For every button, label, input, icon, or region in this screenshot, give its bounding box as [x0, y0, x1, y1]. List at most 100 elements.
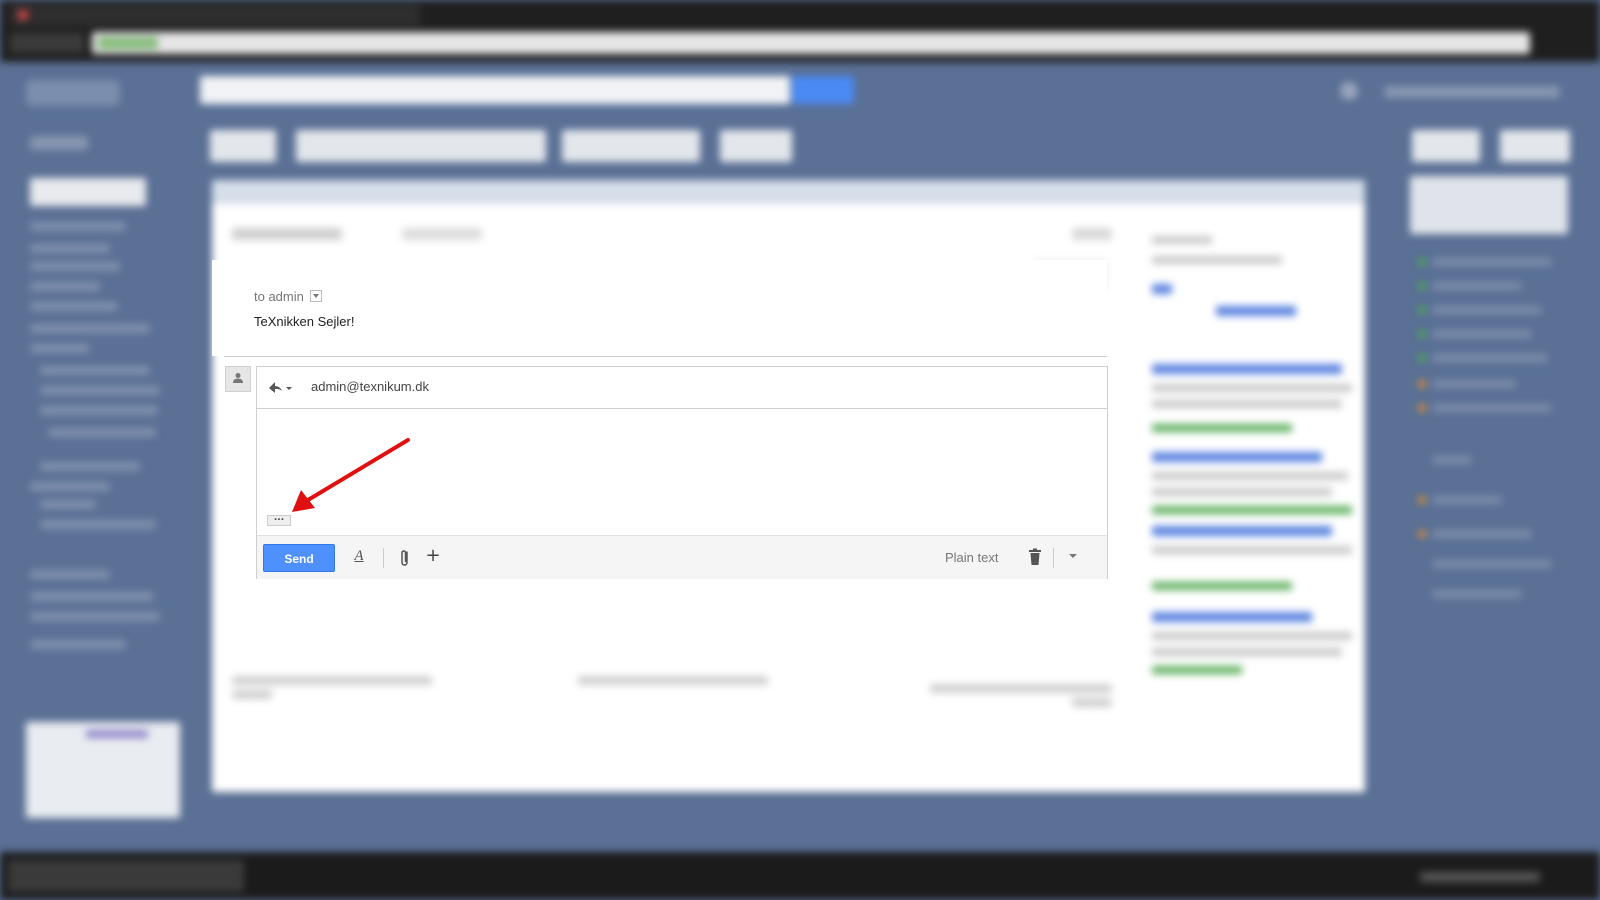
chat-contact[interactable] — [1432, 496, 1502, 504]
side-text — [1152, 256, 1282, 264]
footer-text — [578, 676, 768, 685]
label-chip[interactable] — [402, 228, 482, 240]
chevron-down-icon[interactable] — [1069, 554, 1077, 558]
ad-title[interactable] — [1152, 452, 1322, 462]
nav-item[interactable] — [30, 302, 118, 311]
chat-contact[interactable] — [1432, 354, 1548, 362]
chat-contact[interactable] — [1432, 530, 1532, 538]
ad-url[interactable] — [1152, 582, 1292, 590]
nav-item[interactable] — [30, 344, 90, 353]
side-link[interactable] — [1216, 306, 1296, 316]
ad-text — [1152, 632, 1352, 640]
pager-button[interactable] — [1412, 130, 1480, 162]
recipient-line[interactable]: to admin — [254, 289, 322, 304]
status-dot-icon — [1418, 330, 1426, 338]
show-trimmed-content-button[interactable]: ... — [267, 515, 291, 526]
chat-contact[interactable] — [1432, 282, 1522, 290]
ad-url[interactable] — [1152, 666, 1242, 674]
status-dot-icon — [1418, 306, 1426, 314]
attach-button[interactable] — [395, 547, 415, 569]
chat-profile[interactable] — [1410, 176, 1568, 234]
action-buttons[interactable] — [296, 130, 546, 162]
ad-text — [1152, 546, 1352, 554]
message-subject — [232, 228, 342, 240]
footer-text — [930, 684, 1112, 693]
nav-item[interactable] — [40, 386, 160, 395]
compose-button[interactable] — [30, 178, 146, 206]
compose-header: admin@texnikum.dk — [257, 367, 1107, 409]
ad-title[interactable] — [1152, 364, 1342, 374]
trash-icon — [1029, 548, 1041, 565]
more-actions-button[interactable] — [720, 130, 792, 162]
account-email[interactable] — [1384, 86, 1560, 98]
to-label: to admin — [254, 289, 304, 304]
gmail-logo[interactable] — [26, 80, 120, 106]
favicon-icon — [18, 10, 28, 20]
details-dropdown-icon[interactable] — [309, 290, 322, 302]
status-dot-icon — [1418, 354, 1426, 362]
ad-text — [1152, 488, 1332, 496]
ad-title[interactable] — [1152, 612, 1312, 622]
ad-url[interactable] — [1152, 424, 1292, 432]
paperclip-icon — [401, 550, 408, 566]
search-button[interactable] — [792, 76, 854, 104]
toolbar-separator — [1053, 548, 1054, 568]
settings-button[interactable] — [1500, 130, 1570, 162]
reply-icon — [269, 382, 292, 393]
nav-item[interactable] — [30, 282, 100, 291]
send-button[interactable]: Send — [263, 544, 335, 572]
divider — [224, 356, 1107, 357]
chat-contact[interactable] — [1432, 590, 1522, 598]
side-text — [1152, 236, 1212, 244]
nav-item[interactable] — [40, 366, 150, 375]
chat-contact[interactable] — [1432, 330, 1532, 338]
nav-item[interactable] — [30, 482, 110, 491]
ad-text — [1152, 384, 1352, 392]
search-input[interactable] — [200, 76, 790, 104]
taskbar-clock — [1420, 872, 1540, 882]
browser-nav-buttons[interactable] — [10, 33, 84, 53]
labels-button[interactable] — [562, 130, 700, 162]
secure-badge — [98, 37, 158, 49]
nav-item[interactable] — [40, 520, 156, 529]
browser-tab[interactable] — [10, 4, 420, 26]
chat-contact[interactable] — [1432, 560, 1552, 568]
chat-contact[interactable] — [1432, 404, 1552, 412]
nav-item[interactable] — [40, 406, 158, 415]
taskbar-window[interactable] — [8, 860, 244, 892]
chat-contact[interactable] — [1432, 380, 1516, 388]
address-bar[interactable] — [92, 32, 1530, 54]
discard-button[interactable] — [1027, 548, 1043, 566]
nav-item[interactable] — [30, 324, 150, 333]
nav-item[interactable] — [30, 612, 160, 621]
nav-item[interactable] — [30, 592, 154, 601]
compose-body-editor[interactable]: ... — [257, 409, 1107, 535]
side-link[interactable] — [1152, 284, 1172, 294]
nav-item[interactable] — [30, 570, 110, 579]
ad-title[interactable] — [1152, 526, 1332, 536]
nav-item[interactable] — [40, 462, 140, 471]
ad-url[interactable] — [1152, 506, 1352, 514]
message-body: TeXnikken Sejler! — [254, 314, 355, 329]
compose-toolbar: Send A + Plain text — [257, 535, 1107, 579]
chat-contact[interactable] — [1432, 306, 1542, 314]
mail-dropdown[interactable] — [30, 136, 88, 150]
plain-text-toggle[interactable]: Plain text — [945, 550, 998, 565]
nav-item[interactable] — [48, 428, 156, 437]
more-options-button[interactable]: + — [423, 544, 443, 568]
calendar-month — [86, 730, 148, 738]
account-icon[interactable] — [1340, 82, 1358, 100]
chat-contact[interactable] — [1432, 456, 1472, 464]
print-icon[interactable] — [1072, 228, 1112, 240]
nav-item[interactable] — [30, 640, 126, 649]
chat-contact[interactable] — [1432, 258, 1552, 266]
nav-item[interactable] — [40, 500, 96, 509]
mini-calendar[interactable] — [26, 722, 180, 818]
formatting-options-button[interactable]: A — [349, 548, 369, 568]
recipient-field[interactable]: admin@texnikum.dk — [311, 379, 429, 394]
nav-item[interactable] — [30, 262, 120, 271]
nav-item[interactable] — [30, 244, 110, 253]
nav-item[interactable] — [30, 222, 126, 231]
reply-type-dropdown[interactable] — [267, 379, 295, 397]
back-button[interactable] — [210, 130, 276, 162]
